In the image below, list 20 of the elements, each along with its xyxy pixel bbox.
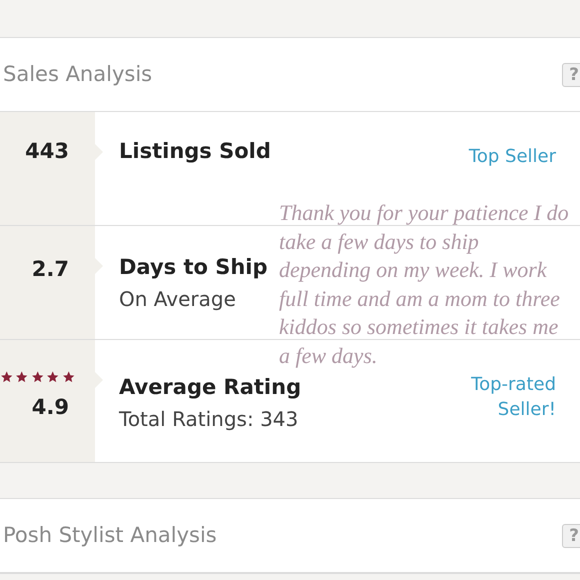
section-title: Posh Stylist Analysis bbox=[3, 522, 217, 549]
stat-sublabel: Total Ratings: 343 bbox=[119, 406, 300, 432]
seller-status-label: Top Seller bbox=[468, 145, 556, 169]
star-icon bbox=[62, 370, 75, 384]
star-icon bbox=[15, 370, 29, 384]
stat-value: 443 bbox=[24, 138, 69, 165]
handwritten-note: Thank you for your patience I do take a few days to ship depending on my week. I work full time and am a mom to three kiddos so sometimes it takes me a few days. bbox=[279, 199, 570, 370]
stat-label: Average Rating bbox=[119, 374, 302, 401]
section-title: Sales Analysis bbox=[3, 60, 152, 88]
stat-label: Listings Sold bbox=[119, 138, 271, 165]
seller-status-label: Top-rated Seller! bbox=[470, 373, 556, 422]
stat-value: 2.7 bbox=[30, 256, 69, 283]
stat-sublabel: On Average bbox=[119, 286, 237, 312]
help-button[interactable]: ? bbox=[562, 524, 580, 548]
stat-label: Days to Ship bbox=[119, 254, 268, 281]
star-icon bbox=[30, 370, 44, 384]
star-icon bbox=[0, 370, 14, 384]
star-icon bbox=[46, 370, 60, 384]
rating-value: 4.9 bbox=[30, 394, 69, 421]
help-button[interactable]: ? bbox=[562, 62, 580, 86]
